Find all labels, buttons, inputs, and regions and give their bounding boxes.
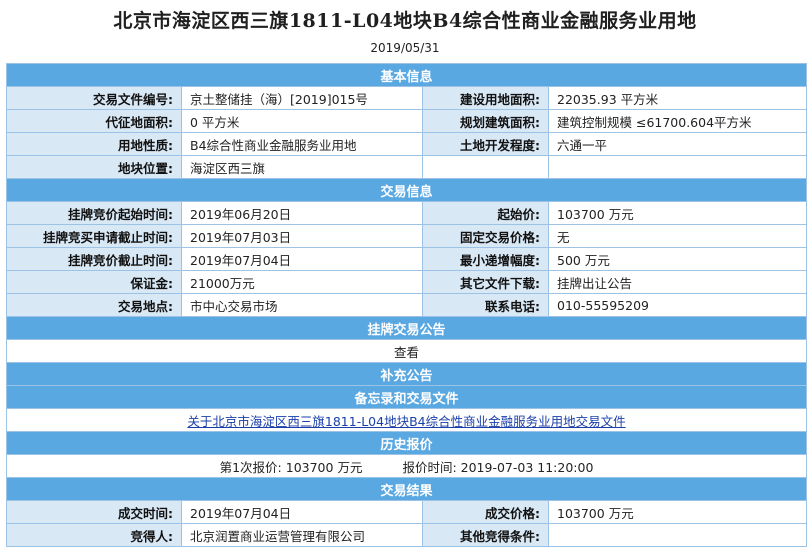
land-use-value: B4综合性商业金融服务业用地 <box>181 132 423 156</box>
section-memo-files: 备忘录和交易文件 <box>5 385 808 409</box>
land-use-label: 用地性质: <box>6 132 182 156</box>
section-trade-info: 交易信息 <box>5 178 808 202</box>
other-files-label: 其它文件下载: <box>422 270 549 294</box>
price-history-row: 第1次报价: 103700 万元 报价时间: 2019-07-03 11:20:0… <box>5 454 808 478</box>
bid-end-label: 挂牌竞价截止时间: <box>6 247 182 271</box>
deal-time-value: 2019年07月04日 <box>181 500 423 524</box>
min-increment-label: 最小递增幅度: <box>422 247 549 271</box>
bidder-label: 竞得人: <box>6 523 182 547</box>
offer-amount: 第1次报价: 103700 万元 <box>219 459 363 475</box>
bid-end-value: 2019年07月04日 <box>181 247 423 271</box>
plan-area-label: 规划建筑面积: <box>422 109 549 133</box>
doc-no-value: 京土整储挂（海）[2019]015号 <box>181 86 423 110</box>
location-value: 海淀区西三旗 <box>181 155 423 179</box>
section-supplement-notice: 补充公告 <box>5 362 808 386</box>
apply-end-label: 挂牌竞买申请截止时间: <box>6 224 182 248</box>
dev-level-value: 六通一平 <box>547 132 808 156</box>
page-title: 北京市海淀区西三旗1811-L04地块B4综合性商业金融服务业用地 <box>113 10 697 32</box>
build-area-label: 建设用地面积: <box>422 86 549 110</box>
min-increment-value: 500 万元 <box>547 247 808 271</box>
apply-end-value: 2019年07月03日 <box>181 224 423 248</box>
build-area-value: 22035.93 平方米 <box>547 86 808 110</box>
memo-file-link[interactable]: 关于北京市海淀区西三旗1811-L04地块B4综合性商业金融服务业用地交易文件 <box>187 414 625 429</box>
other-conditions-label: 其他竞得条件: <box>422 523 549 547</box>
fixed-price-value: 无 <box>547 224 808 248</box>
section-trade-result: 交易结果 <box>5 477 808 501</box>
location-label: 地块位置: <box>6 155 182 179</box>
section-listing-notice: 挂牌交易公告 <box>5 316 808 340</box>
agent-area-label: 代征地面积: <box>6 109 182 133</box>
agent-area-value: 0 平方米 <box>181 109 423 133</box>
start-time-label: 挂牌竞价起始时间: <box>6 201 182 225</box>
doc-no-label: 交易文件编号: <box>6 86 182 110</box>
other-conditions-value <box>547 523 808 547</box>
start-price-value: 103700 万元 <box>547 201 808 225</box>
memo-file-cell: 关于北京市海淀区西三旗1811-L04地块B4综合性商业金融服务业用地交易文件 <box>5 408 808 432</box>
land-info-table: 基本信息 交易文件编号: 京土整储挂（海）[2019]015号 建设用地面积: … <box>5 63 808 547</box>
phone-value: 010-55595209 <box>547 293 808 317</box>
start-time-value: 2019年06月20日 <box>181 201 423 225</box>
empty-cell <box>422 155 549 179</box>
deposit-value: 21000万元 <box>181 270 423 294</box>
empty-cell <box>547 155 808 179</box>
offer-time: 报价时间: 2019-07-03 11:20:00 <box>402 459 594 475</box>
deal-price-label: 成交价格: <box>422 500 549 524</box>
bidder-value: 北京润置商业运营管理有限公司 <box>181 523 423 547</box>
section-price-history: 历史报价 <box>5 431 808 455</box>
venue-label: 交易地点: <box>6 293 182 317</box>
venue-value: 市中心交易市场 <box>181 293 423 317</box>
section-basic-info: 基本信息 <box>5 63 808 87</box>
phone-label: 联系电话: <box>422 293 549 317</box>
other-files-link[interactable]: 挂牌出让公告 <box>547 270 808 294</box>
deal-time-label: 成交时间: <box>6 500 182 524</box>
deposit-label: 保证金: <box>6 270 182 294</box>
view-notice-link[interactable]: 查看 <box>5 339 808 363</box>
fixed-price-label: 固定交易价格: <box>422 224 549 248</box>
start-price-label: 起始价: <box>422 201 549 225</box>
dev-level-label: 土地开发程度: <box>422 132 549 156</box>
publish-date: 2019/05/31 <box>370 41 440 55</box>
plan-area-value: 建筑控制规模 ≤61700.604平方米 <box>547 109 808 133</box>
deal-price-value: 103700 万元 <box>547 500 808 524</box>
